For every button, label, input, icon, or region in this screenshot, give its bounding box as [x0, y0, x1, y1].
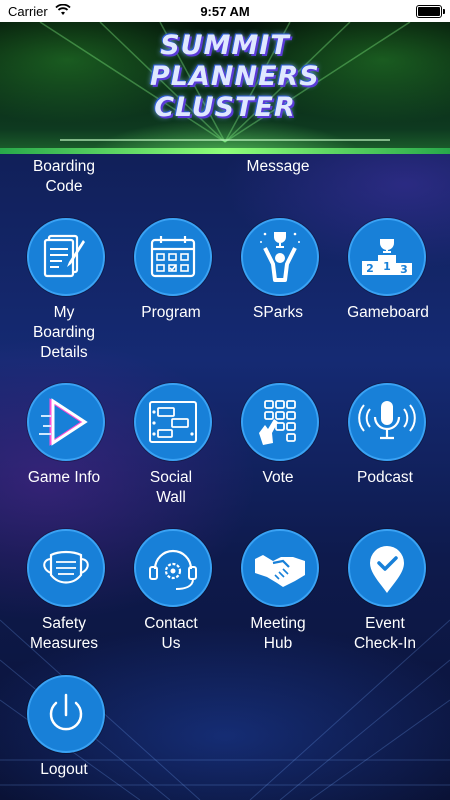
- meeting-hub-label: Meeting Hub: [250, 615, 306, 652]
- logo-line: PLANNERS: [150, 61, 320, 92]
- document-edit-icon: [43, 234, 85, 278]
- gameboard-button[interactable]: 12 3: [348, 218, 426, 296]
- message-button[interactable]: Message: [224, 157, 332, 177]
- handshake-icon: [255, 555, 305, 587]
- face-mask-icon: [43, 550, 89, 584]
- vote-keypad-icon: [259, 400, 296, 445]
- my-boarding-details-label: My Boarding Details: [32, 304, 96, 361]
- event-check-in-button[interactable]: [348, 529, 426, 607]
- social-wall-label: Social Wall: [149, 469, 193, 506]
- game-info-button[interactable]: [27, 383, 105, 461]
- program-button[interactable]: [134, 218, 212, 296]
- contact-us-label: Contact Us: [144, 615, 198, 652]
- game-info-label: Game Info: [27, 469, 101, 486]
- vote-label: Vote: [262, 469, 294, 486]
- safety-measures-button[interactable]: [27, 529, 105, 607]
- event-check-in-label: Event Check-In: [353, 615, 417, 652]
- summit-logo: SUMMIT PLANNERS CLUSTER: [150, 30, 320, 123]
- logo-line: CLUSTER: [154, 92, 296, 123]
- social-wall-button[interactable]: [134, 383, 212, 461]
- location-check-icon: [370, 546, 404, 593]
- podcast-mic-icon: [358, 401, 416, 440]
- banner-accent-strip: [0, 148, 450, 154]
- gameboard-label: Gameboard: [347, 304, 429, 321]
- contact-us-button[interactable]: [134, 529, 212, 607]
- event-banner: SUMMIT PLANNERS CLUSTER: [0, 22, 450, 148]
- trophy-person-icon: [260, 232, 300, 282]
- power-icon: [49, 693, 83, 731]
- my-boarding-details-button[interactable]: [27, 218, 105, 296]
- svg-text:2: 2: [366, 262, 374, 275]
- status-bar: Carrier 9:57 AM: [0, 0, 450, 22]
- safety-measures-label: Safety Measures: [29, 615, 99, 652]
- logo-line: SUMMIT: [160, 30, 290, 61]
- svg-text:3: 3: [400, 263, 408, 276]
- sparks-label: SParks: [253, 304, 303, 321]
- program-label: Program: [141, 304, 201, 321]
- podcast-label: Podcast: [356, 469, 413, 486]
- play-glitch-icon: [39, 398, 88, 446]
- meeting-hub-button[interactable]: [241, 529, 319, 607]
- calendar-icon: [150, 236, 196, 278]
- podcast-button[interactable]: [348, 383, 426, 461]
- social-wall-icon: [149, 401, 197, 443]
- logout-button[interactable]: [27, 675, 105, 753]
- clock: 9:57 AM: [200, 4, 250, 19]
- svg-text:1: 1: [383, 260, 391, 273]
- sparks-button[interactable]: [241, 218, 319, 296]
- boarding-code-button[interactable]: Boarding Code: [10, 157, 118, 197]
- battery-icon: [416, 5, 445, 18]
- vote-button[interactable]: [241, 383, 319, 461]
- headset-gear-icon: [149, 549, 197, 590]
- logout-label: Logout: [40, 761, 88, 778]
- podium-icon: 12 3: [362, 239, 412, 276]
